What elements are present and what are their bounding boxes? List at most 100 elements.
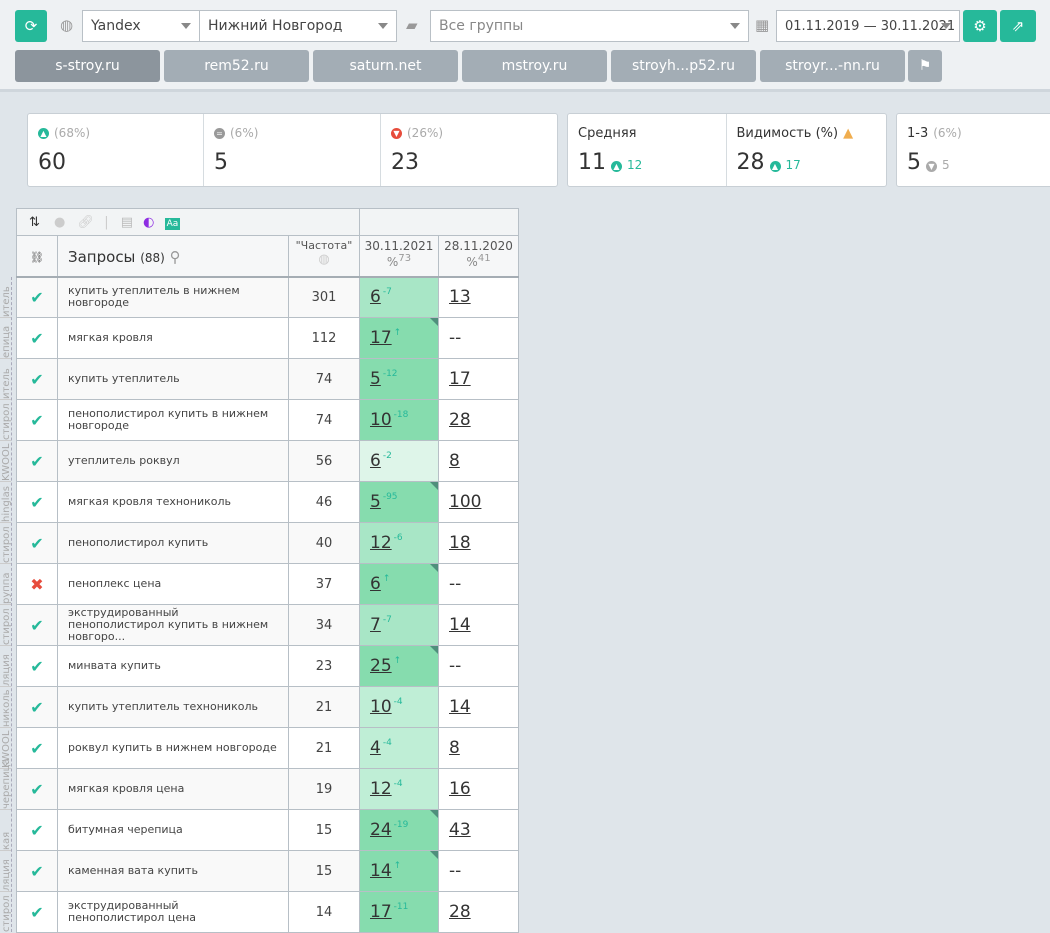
site-tab-label: saturn.net [349,58,422,74]
settings-button[interactable]: ⚙ [963,10,997,42]
position-delta: -2 [382,451,392,461]
position-link[interactable]: 10 [370,697,392,717]
font-icon[interactable]: Aa [164,217,181,230]
prev-position-link[interactable]: 14 [449,697,471,717]
visibility-label: Видимость (%) [736,125,839,141]
frequency-cell: 15 [288,809,360,851]
position-delta: -7 [382,615,392,625]
prev-position-link[interactable]: 8 [449,738,460,758]
table-row: ✔ пенополистирол купить 40 12 -6 18 [16,522,519,564]
site-tab-label: rem52.ru [204,58,269,74]
query-cell[interactable]: битумная черепица [57,809,289,851]
percent-icon: % [386,255,399,269]
site-tab[interactable]: saturn.net [313,50,458,82]
position-link[interactable]: 14 [370,861,392,881]
position-link[interactable]: 5 [370,369,381,389]
region-select[interactable]: Нижний Новгород [199,10,397,42]
group-label: стирол [0,892,11,932]
frequency-column-header[interactable]: "Частота" ◍ [288,235,360,278]
link-icon[interactable]: 🔗︎ [78,215,95,230]
link-column-header[interactable]: ⛓︎ [16,235,58,278]
prev-position-cell: -- [438,850,519,892]
position-link[interactable]: 7 [370,615,381,635]
group-text: KWOOL [1,443,12,481]
query-cell[interactable]: каменная вата купить [57,850,289,892]
corner-marker [430,318,438,326]
site-tab[interactable]: mstroy.ru [462,50,607,82]
export-button[interactable]: ⇗ [1000,10,1036,42]
site-tab[interactable]: s-stroy.ru [15,50,160,82]
groups-select[interactable]: Все группы [430,10,749,42]
position-link[interactable]: 5 [370,492,381,512]
query-cell[interactable]: мягкая кровля [57,317,289,359]
prev-position-link[interactable]: 16 [449,779,471,799]
query-cell[interactable]: роквул купить в нижнем новгороде [57,727,289,769]
status-cell: ✖ [16,563,58,605]
document-icon[interactable]: ▤ [121,215,133,230]
query-column-header[interactable]: Запросы (88) ⚲ [57,235,289,278]
date-column-header[interactable]: 28.11.2020 %41 [438,235,519,278]
position-link[interactable]: 24 [370,820,392,840]
sort-icon[interactable]: ⇅ [29,215,40,230]
prev-position-link[interactable]: -- [449,328,461,348]
query-cell[interactable]: утеплитель роквул [57,440,289,482]
query-cell[interactable]: минвата купить [57,645,289,687]
position-link[interactable]: 6 [370,287,381,307]
search-icon[interactable]: ⚲ [170,248,181,266]
prev-position-link[interactable]: 17 [449,369,471,389]
search-engine-select[interactable]: Yandex [82,10,200,42]
prev-position-link[interactable]: 28 [449,410,471,430]
status-cell: ✔ [16,768,58,810]
date-column-header[interactable]: 30.11.2021 %73 [359,235,439,278]
status-cell: ✔ [16,440,58,482]
prev-position-link[interactable]: 14 [449,615,471,635]
position-link[interactable]: 17 [370,902,392,922]
position-link[interactable]: 6 [370,574,381,594]
contrast-icon[interactable]: ◐ [143,215,154,230]
query-cell[interactable]: экструдированный пенополистирол купить в… [57,604,289,646]
query-cell[interactable]: пеноплекс цена [57,563,289,605]
check-icon: ✔ [30,738,44,758]
prev-position-link[interactable]: 8 [449,451,460,471]
gear-icon: ⚙ [973,17,987,35]
warning-icon[interactable]: ▲ [843,126,853,141]
query-cell[interactable]: купить утеплитель [57,358,289,400]
flag-button[interactable]: ⚑ [908,50,942,82]
group-text: черепица [1,758,12,809]
query-cell[interactable]: пенополистирол купить в нижнем новгороде [57,399,289,441]
position-link[interactable]: 17 [370,328,392,348]
query-cell[interactable]: пенополистирол купить [57,522,289,564]
prev-position-link[interactable]: 43 [449,820,471,840]
group-label: стирол [0,523,11,564]
prev-position-link[interactable]: 28 [449,902,471,922]
position-delta: -4 [393,697,403,707]
same-pct: (6%) [230,126,259,140]
prev-position-link[interactable]: 18 [449,533,471,553]
position-link[interactable]: 25 [370,656,392,676]
site-tab[interactable]: stroyh...p52.ru [611,50,756,82]
top3-value: 5 [907,150,921,175]
query-cell[interactable]: купить утеплитель в нижнем новгороде [57,276,289,318]
prev-position-link[interactable]: 100 [449,492,481,512]
refresh-button[interactable]: ⟳ [15,10,47,42]
prev-position-link[interactable]: 13 [449,287,471,307]
site-tab[interactable]: rem52.ru [164,50,309,82]
date-range-select[interactable]: 01.11.2019 — 30.11.2021 [776,10,960,42]
prev-position-link[interactable]: -- [449,574,461,594]
query-cell[interactable]: мягкая кровля технониколь [57,481,289,523]
position-link[interactable]: 12 [370,533,392,553]
query-text: роквул купить в нижнем новгороде [68,741,277,754]
query-cell[interactable]: экструдированный пенополистирол цена [57,891,289,933]
position-link[interactable]: 4 [370,738,381,758]
prev-position-cell: 100 [438,481,519,523]
toggle-icon[interactable]: ● [54,215,65,230]
position-link[interactable]: 12 [370,779,392,799]
prev-position-link[interactable]: -- [449,861,461,881]
table-row: ✔ минвата купить 23 25 ↑ -- [16,645,519,687]
site-tab[interactable]: stroyr...-nn.ru [760,50,905,82]
query-cell[interactable]: мягкая кровля цена [57,768,289,810]
position-link[interactable]: 6 [370,451,381,471]
query-cell[interactable]: купить утеплитель технониколь [57,686,289,728]
prev-position-link[interactable]: -- [449,656,461,676]
position-link[interactable]: 10 [370,410,392,430]
